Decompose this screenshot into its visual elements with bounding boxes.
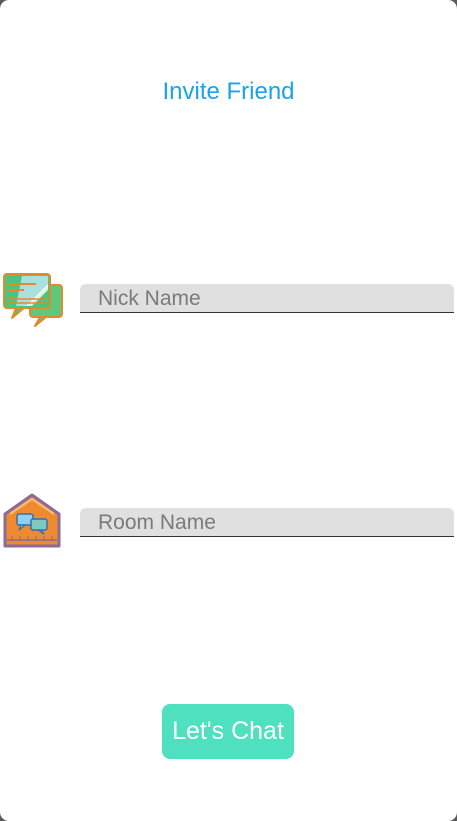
chat-room-house-icon (2, 492, 64, 552)
nick-name-input[interactable] (80, 284, 454, 313)
invite-friend-link[interactable]: Invite Friend (0, 78, 457, 106)
room-name-input[interactable] (80, 508, 454, 537)
chat-bubbles-icon (2, 268, 64, 328)
app-screen: Invite Friend Nick Name Room Name Let's … (0, 0, 457, 821)
lets-chat-button[interactable]: Let's Chat (162, 704, 294, 759)
room-name-row (0, 492, 457, 552)
nick-name-row (0, 268, 457, 328)
